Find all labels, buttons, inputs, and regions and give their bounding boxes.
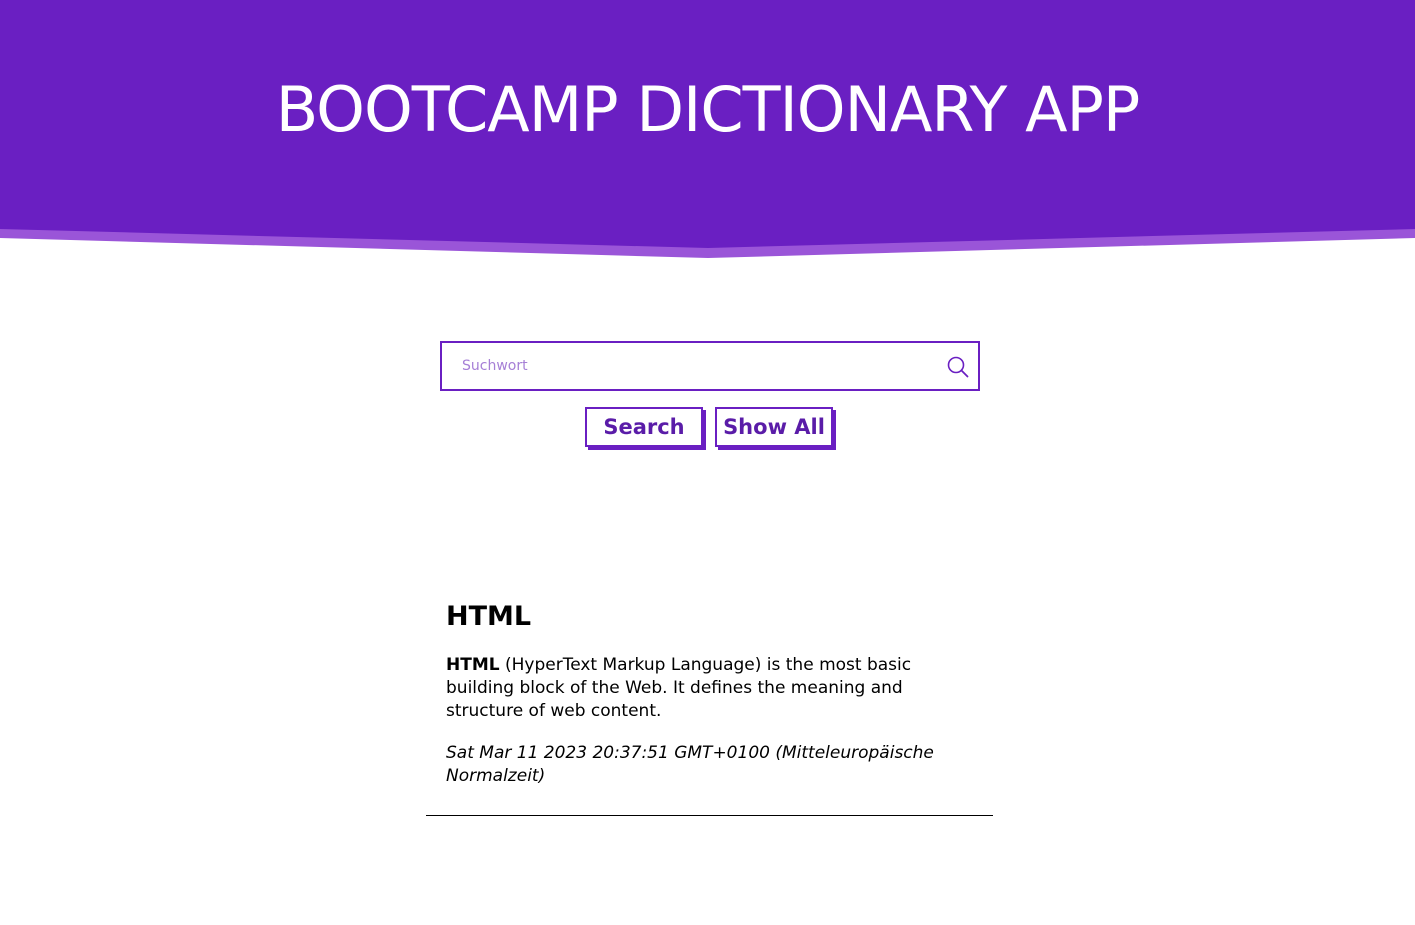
entry-definition-term: HTML <box>446 655 500 675</box>
entry-date: Sat Mar 11 2023 20:37:51 GMT+0100 (Mitte… <box>446 743 934 786</box>
dictionary-entry: HTML HTML (HyperText Markup Language) is… <box>426 598 993 816</box>
app-title: BOOTCAMP DICTIONARY APP <box>275 73 1141 146</box>
show-all-button[interactable]: Show All <box>715 407 833 447</box>
search-input[interactable] <box>442 343 942 389</box>
search-button[interactable]: Search <box>585 407 703 447</box>
entry-definition: HTML (HyperText Markup Language) is the … <box>446 654 973 723</box>
page-header: BOOTCAMP DICTIONARY APP <box>0 0 1415 260</box>
search-field[interactable] <box>440 341 980 391</box>
entry-term: HTML <box>446 601 532 632</box>
entry-definition-text: (HyperText Markup Language) is the most … <box>446 655 912 721</box>
search-icon[interactable] <box>946 355 970 379</box>
